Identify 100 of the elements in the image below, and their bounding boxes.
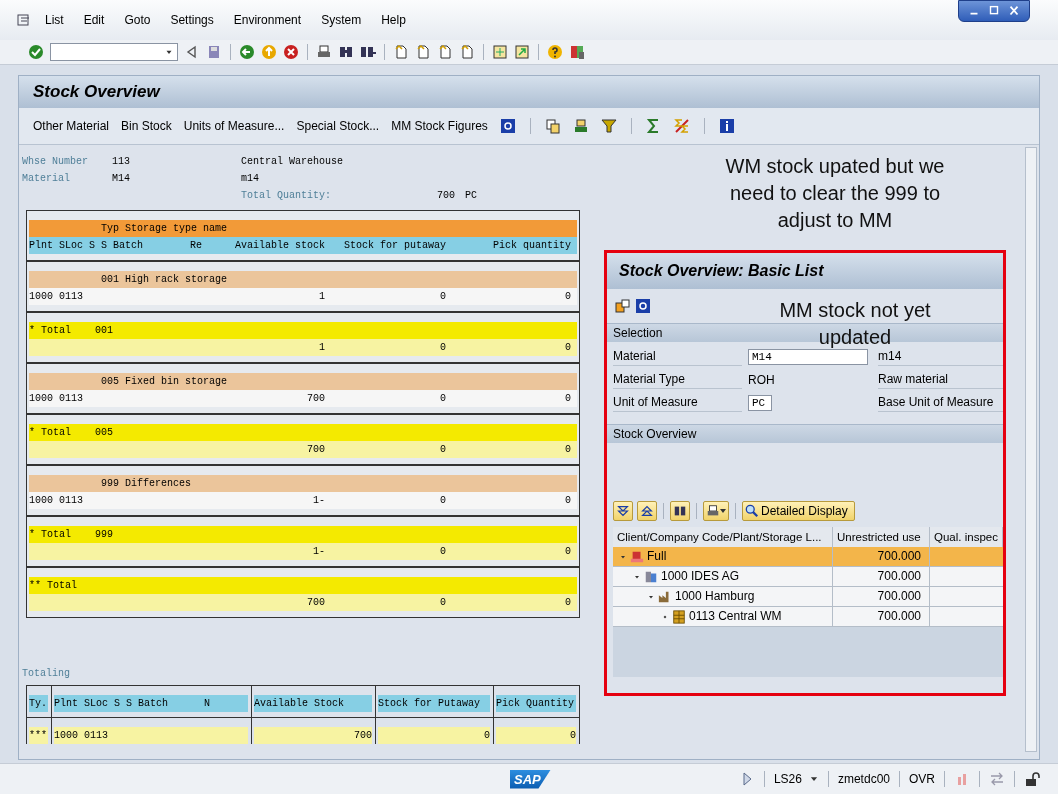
column-header[interactable]: Unrestricted use bbox=[833, 527, 930, 547]
group-title: 005 Fixed bin storage bbox=[101, 376, 228, 387]
table-cell-text: 1 bbox=[318, 290, 325, 304]
subtotal-icon[interactable] bbox=[673, 118, 690, 134]
back-icon[interactable] bbox=[239, 44, 255, 60]
binoculars-icon bbox=[673, 504, 687, 518]
magnifier-icon bbox=[745, 504, 759, 518]
tree-node[interactable]: 0113 Central WM bbox=[689, 607, 782, 626]
menu-item[interactable]: Edit bbox=[76, 13, 112, 27]
find-next-icon[interactable] bbox=[360, 44, 376, 60]
tree-node[interactable]: Full bbox=[647, 547, 667, 566]
tree-row[interactable]: 1000 IDES AG 700.000 bbox=[613, 567, 1003, 587]
insert-mode: OVR bbox=[909, 772, 935, 786]
column-header: Pick quantity bbox=[492, 239, 571, 253]
tree-row[interactable]: Full 700.000 bbox=[613, 547, 1003, 567]
building-icon bbox=[644, 569, 658, 584]
toolbar-button[interactable]: Special Stock... bbox=[296, 119, 380, 133]
field-description: Raw material bbox=[878, 370, 1003, 389]
section-title: Selection bbox=[613, 326, 663, 340]
column-header[interactable]: Client/Company Code/Plant/Storage L... bbox=[613, 527, 833, 547]
collapse-all-button[interactable] bbox=[637, 501, 657, 521]
menu-item[interactable]: Environment bbox=[226, 13, 309, 27]
copy-icon[interactable] bbox=[544, 118, 561, 134]
page-icon[interactable] bbox=[393, 44, 409, 60]
group-title: 001 High rack storage bbox=[101, 274, 228, 285]
page-icon[interactable] bbox=[459, 44, 475, 60]
menu-item[interactable]: Settings bbox=[163, 13, 221, 27]
table-cell: 0 bbox=[378, 727, 490, 744]
field-label: Material bbox=[22, 172, 71, 186]
table-cell-text: 1000 0113 bbox=[29, 494, 84, 508]
table-cell-text: 0 bbox=[564, 596, 571, 610]
person-icon bbox=[630, 549, 644, 564]
table-cell: 700.000 bbox=[833, 587, 930, 606]
toolbar-button[interactable]: Bin Stock bbox=[121, 119, 172, 133]
group-title: 999 Differences bbox=[101, 478, 191, 489]
table-cell: 700.000 bbox=[833, 607, 930, 626]
tree-node[interactable]: 1000 IDES AG bbox=[661, 567, 740, 586]
tree-row[interactable]: 0113 Central WM 700.000 bbox=[613, 607, 1003, 627]
command-field[interactable] bbox=[50, 43, 178, 61]
table-cell: 0 bbox=[496, 727, 576, 744]
field-label: Whse Number bbox=[22, 155, 89, 169]
scrollbar[interactable] bbox=[1025, 147, 1037, 752]
column-header[interactable]: Qual. inspec bbox=[930, 527, 1003, 547]
toolbar-button[interactable]: Other Material bbox=[33, 119, 110, 133]
table-cell-text: 700 bbox=[306, 443, 325, 457]
table-cell-text: 0 bbox=[564, 341, 571, 355]
menu-item[interactable]: Goto bbox=[117, 13, 158, 27]
field-value: ROH bbox=[748, 372, 775, 387]
print-icon bbox=[706, 504, 720, 518]
table-cell-text: 0 bbox=[439, 341, 446, 355]
column-header: Re bbox=[190, 239, 203, 253]
find-icon[interactable] bbox=[338, 44, 354, 60]
filter-icon[interactable] bbox=[600, 118, 617, 134]
table-cell: *** bbox=[29, 727, 48, 744]
find-button[interactable] bbox=[670, 501, 690, 521]
lock-icon[interactable] bbox=[1024, 771, 1040, 787]
shelf-icon bbox=[672, 609, 686, 624]
expand-all-button[interactable] bbox=[613, 501, 633, 521]
print-icon[interactable] bbox=[316, 44, 332, 60]
print-button[interactable] bbox=[703, 501, 729, 521]
detailed-display-button[interactable]: Detailed Display bbox=[742, 501, 855, 521]
table-cell-text: 1000 0113 bbox=[29, 392, 84, 406]
printer-icon[interactable] bbox=[572, 118, 589, 134]
field-label: Material Type bbox=[613, 370, 742, 389]
table-cell-text: 0 bbox=[439, 596, 446, 610]
caret-icon bbox=[720, 509, 726, 513]
field-value: M14 bbox=[112, 172, 131, 186]
menu-item[interactable]: System bbox=[314, 13, 369, 27]
expand-all-icon bbox=[616, 504, 630, 518]
table-cell-text: 0 bbox=[564, 494, 571, 508]
info-icon[interactable] bbox=[718, 118, 735, 134]
input-field[interactable]: PC bbox=[748, 394, 772, 411]
shortcut-icon[interactable] bbox=[514, 44, 530, 60]
page-icon[interactable] bbox=[415, 44, 431, 60]
total-label: ** Total bbox=[29, 580, 77, 591]
save-icon[interactable] bbox=[206, 44, 222, 60]
menu-icon[interactable] bbox=[16, 12, 32, 28]
table-cell-text: 0 bbox=[439, 545, 446, 559]
section-title: Stock Overview bbox=[613, 427, 697, 441]
menu-item[interactable]: List bbox=[38, 13, 71, 27]
tree-node[interactable]: 1000 Hamburg bbox=[675, 587, 755, 606]
check-icon[interactable] bbox=[28, 44, 44, 60]
page-icon[interactable] bbox=[437, 44, 453, 60]
toolbar-button[interactable]: Units of Measure... bbox=[183, 119, 285, 133]
table-cell-text: 700 bbox=[306, 596, 325, 610]
cancel-icon[interactable] bbox=[283, 44, 299, 60]
toolbar-button[interactable]: MM Stock Figures bbox=[391, 119, 488, 133]
input-field[interactable]: M14 bbox=[748, 348, 868, 365]
total-label: * Total 005 bbox=[29, 427, 113, 438]
table-cell-text: 0 bbox=[564, 290, 571, 304]
layout-icon[interactable] bbox=[569, 44, 585, 60]
menu-item[interactable]: Help bbox=[374, 13, 413, 27]
new-window-icon[interactable] bbox=[492, 44, 508, 60]
copy-icon[interactable] bbox=[615, 298, 631, 314]
table-cell-text: 1- bbox=[312, 545, 325, 559]
tree-row[interactable]: 1000 Hamburg 700.000 bbox=[613, 587, 1003, 607]
column-header: Typ Storage type name bbox=[101, 223, 228, 234]
help-icon[interactable] bbox=[547, 44, 563, 60]
column-header: Plnt SLoc S S Batch N bbox=[54, 695, 248, 712]
table-cell-text: 0 bbox=[564, 545, 571, 559]
